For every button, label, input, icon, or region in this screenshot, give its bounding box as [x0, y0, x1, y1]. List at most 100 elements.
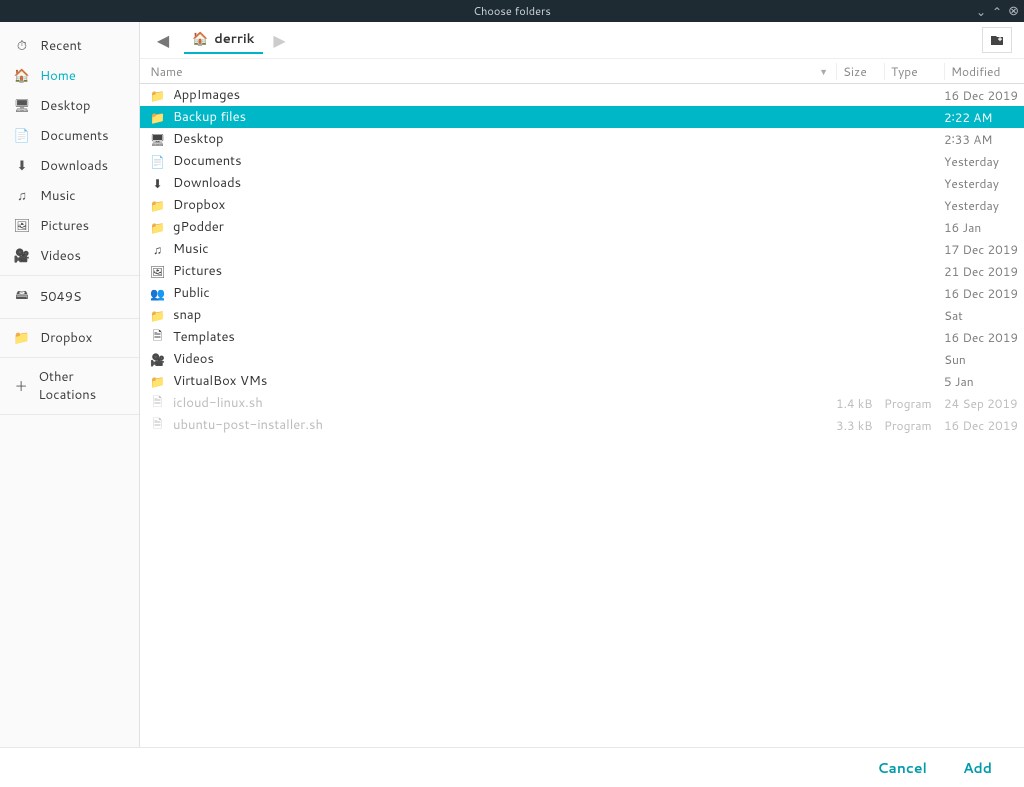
- file-row[interactable]: 🖥 Desktop 2∶33 AM: [140, 128, 1024, 150]
- file-name: Videos: [173, 350, 214, 368]
- file-icon: 🎥: [150, 351, 165, 368]
- file-modified: 16 Dec 2019: [944, 285, 1024, 302]
- file-name: icloud-linux.sh: [173, 394, 263, 412]
- window-controls: ⌄ ⌃ ⊗: [976, 2, 1019, 20]
- file-list: 📁AppImages16 Dec 2019📁Backup files2∶22 A…: [140, 84, 1024, 747]
- sidebar-item-label: 5049S: [40, 288, 82, 306]
- file-icon: 👥: [150, 285, 165, 302]
- window-minimize-icon[interactable]: ⌄: [976, 3, 986, 20]
- file-modified: Yesterday: [944, 153, 1024, 170]
- pictures-icon: 🖼: [14, 217, 30, 235]
- file-name: Music: [173, 240, 209, 258]
- sidebar-item-desktop[interactable]: 🖥Desktop: [0, 91, 139, 121]
- sidebar-item-recent[interactable]: ⏱ Recent: [0, 31, 139, 61]
- column-modified[interactable]: Modified: [944, 63, 1024, 80]
- documents-icon: 📄: [14, 127, 30, 145]
- sidebar-item-other-locations[interactable]: ＋Other Locations: [0, 362, 139, 410]
- file-row[interactable]: ⬇ Downloads Yesterday: [140, 172, 1024, 194]
- file-icon: ♫: [150, 241, 165, 258]
- sort-indicator-icon: ▼: [819, 65, 828, 78]
- file-modified: 24 Sep 2019: [944, 395, 1024, 412]
- sidebar-item-dropbox[interactable]: 📁Dropbox: [0, 323, 139, 353]
- sidebar-item-videos[interactable]: 🎥 Videos: [0, 241, 139, 271]
- window-close-icon[interactable]: ⊗: [1008, 2, 1019, 20]
- sidebar-item-pictures[interactable]: 🖼 Pictures: [0, 211, 139, 241]
- column-name[interactable]: Name ▼: [140, 63, 836, 80]
- sidebar-item-downloads[interactable]: ⬇ Downloads: [0, 151, 139, 181]
- file-row[interactable]: 🗎ubuntu-post-installer.sh3.3 kBProgram16…: [140, 414, 1024, 436]
- file-row[interactable]: 📁Backup files2∶22 AM: [140, 106, 1024, 128]
- file-modified: 16 Dec 2019: [944, 417, 1024, 434]
- breadcrumb[interactable]: 🏠 derrik: [184, 26, 263, 54]
- add-button[interactable]: Add: [963, 758, 992, 778]
- file-modified: Yesterday: [944, 197, 1024, 214]
- file-icon: 📁: [150, 373, 165, 390]
- file-row[interactable]: 🎥 Videos Sun: [140, 348, 1024, 370]
- file-name: Desktop: [173, 130, 224, 148]
- file-row[interactable]: 📁VirtualBox VMs5 Jan: [140, 370, 1024, 392]
- file-modified: 21 Dec 2019: [944, 263, 1024, 280]
- file-modified: 16 Jan: [944, 219, 1024, 236]
- sidebar-item-label: Videos: [40, 247, 81, 265]
- window-title: Choose folders: [473, 3, 551, 19]
- file-row[interactable]: ♫Music17 Dec 2019: [140, 238, 1024, 260]
- sidebar-item-documents[interactable]: 📄 Documents: [0, 121, 139, 151]
- file-row[interactable]: 📄DocumentsYesterday: [140, 150, 1024, 172]
- sidebar-item-label: Pictures: [40, 217, 89, 235]
- file-row[interactable]: 🗎icloud-linux.sh1.4 kBProgram24 Sep 2019: [140, 392, 1024, 414]
- videos-icon: 🎥: [14, 247, 30, 265]
- file-name: Public: [173, 284, 210, 302]
- file-icon: 📄: [150, 153, 165, 170]
- file-type: Program: [884, 395, 944, 412]
- file-name: Dropbox: [173, 196, 225, 214]
- nav-forward-icon[interactable]: ▶: [269, 29, 291, 51]
- sidebar-item-label: Recent: [40, 37, 82, 55]
- sidebar-item-music[interactable]: ♫Music: [0, 181, 139, 211]
- window-maximize-icon[interactable]: ⌃: [992, 3, 1002, 20]
- file-icon: 🖥: [150, 131, 165, 148]
- new-folder-button[interactable]: [982, 27, 1012, 53]
- column-size[interactable]: Size: [836, 63, 884, 80]
- recent-icon: ⏱: [14, 37, 30, 55]
- 5049s-icon: 🖴: [14, 286, 30, 308]
- sidebar-item-label: Documents: [40, 127, 109, 145]
- dropbox-icon: 📁: [14, 329, 30, 347]
- home-icon: 🏠: [192, 30, 208, 48]
- file-name: Backup files: [173, 108, 246, 126]
- file-modified: Yesterday: [944, 175, 1024, 192]
- file-row[interactable]: 📁AppImages16 Dec 2019: [140, 84, 1024, 106]
- file-icon: ⬇: [150, 175, 165, 192]
- file-modified: 16 Dec 2019: [944, 329, 1024, 346]
- file-row[interactable]: 🗎Templates16 Dec 2019: [140, 326, 1024, 348]
- sidebar-item-label: Downloads: [40, 157, 108, 175]
- sidebar-item-label: Desktop: [40, 97, 91, 115]
- breadcrumb-label: derrik: [214, 30, 254, 48]
- cancel-button[interactable]: Cancel: [877, 758, 927, 778]
- file-modified: 5 Jan: [944, 373, 1024, 390]
- sidebar: ⏱ Recent 🏠Home🖥Desktop 📄 Documents ⬇ Downloads…: [0, 22, 140, 747]
- file-type: Program: [884, 417, 944, 434]
- downloads-icon: ⬇: [14, 157, 30, 175]
- file-size: 1.4 kB: [836, 395, 884, 412]
- home-icon: 🏠: [14, 67, 30, 85]
- file-modified: 2∶33 AM: [944, 131, 1024, 148]
- sidebar-item-5049s[interactable]: 🖴 5049S: [0, 280, 139, 314]
- dialog-footer: Cancel Add: [0, 747, 1024, 787]
- titlebar: Choose folders ⌄ ⌃ ⊗: [0, 0, 1024, 22]
- file-icon: 📁: [150, 197, 165, 214]
- file-icon: 📁: [150, 87, 165, 104]
- sidebar-item-label: Music: [40, 187, 76, 205]
- file-row[interactable]: 📁gPodder16 Jan: [140, 216, 1024, 238]
- file-modified: 2∶22 AM: [944, 109, 1024, 126]
- file-name: Downloads: [173, 174, 241, 192]
- file-row[interactable]: 📁 Dropbox Yesterday: [140, 194, 1024, 216]
- file-modified: Sun: [944, 351, 1024, 368]
- sidebar-item-home[interactable]: 🏠Home: [0, 61, 139, 91]
- file-row[interactable]: 📁snapSat: [140, 304, 1024, 326]
- file-row[interactable]: 🖼Pictures21 Dec 2019: [140, 260, 1024, 282]
- column-type[interactable]: Type: [884, 63, 944, 80]
- file-name: ubuntu-post-installer.sh: [173, 416, 323, 434]
- file-row[interactable]: 👥 Public 16 Dec 2019: [140, 282, 1024, 304]
- nav-back-icon[interactable]: ◀: [152, 29, 174, 51]
- toolbar: ◀ 🏠 derrik ▶: [140, 22, 1024, 58]
